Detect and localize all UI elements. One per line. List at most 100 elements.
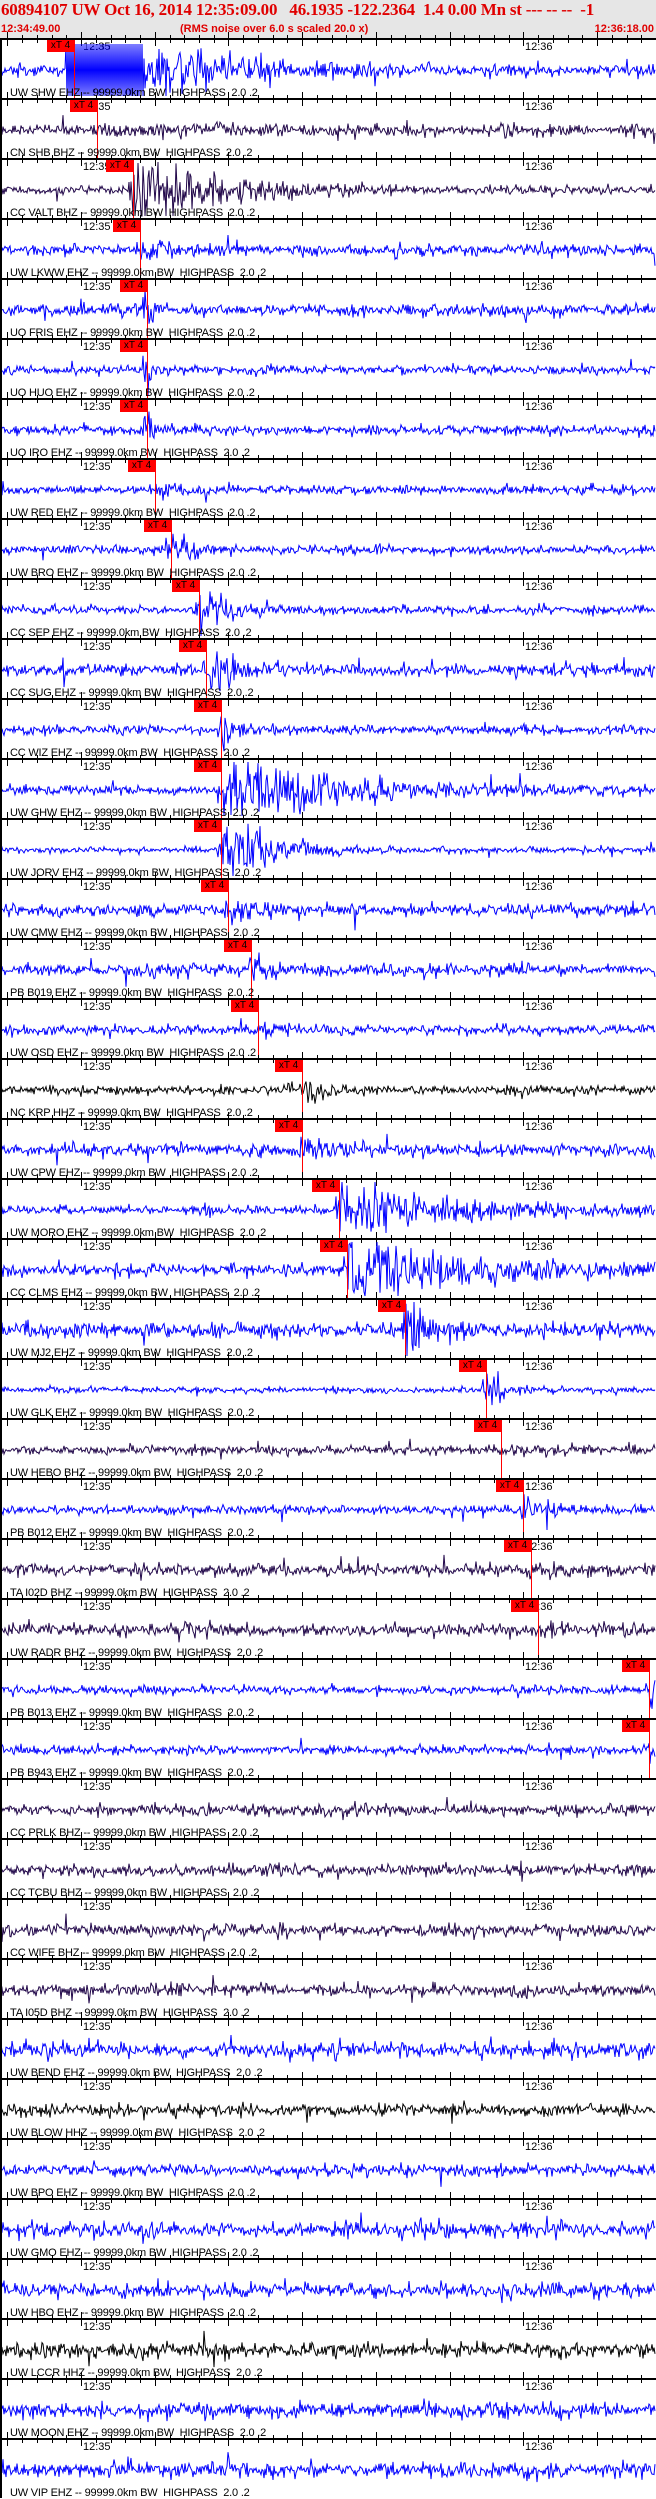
waveform-trace bbox=[0, 1860, 656, 1882]
waveform-trace bbox=[0, 1619, 656, 1643]
pick-marker[interactable]: xT 4 bbox=[622, 1660, 649, 1672]
waveform-trace bbox=[0, 1018, 656, 1040]
station-panel: 12:35 12:36 xT 4 UW CPW EHZ -- 99999.0km BW… bbox=[0, 1112, 656, 1179]
station-label: UW VIP EHZ -- 99999.0km BW HIGHPASS 2.0 … bbox=[10, 2487, 250, 2499]
pick-marker[interactable]: xT 4 bbox=[120, 280, 147, 292]
waveform-trace bbox=[0, 2278, 656, 2304]
pick-marker[interactable]: xT 4 bbox=[231, 1000, 258, 1012]
station-panel: 12:35 12:36 xT 4 UO IRO EHZ -- 99999.0km BW… bbox=[0, 392, 656, 459]
pick-marker[interactable]: xT 4 bbox=[194, 820, 221, 832]
station-panel: 12:35 12:36 xT 4 UW RED EHZ -- 99999.0km BW… bbox=[0, 452, 656, 519]
station-panel: 12:35 12:36 xT 4 UO FRIS EHZ -- 99999.0km B… bbox=[0, 272, 656, 339]
pick-marker[interactable]: xT 4 bbox=[128, 460, 155, 472]
station-panel: 12:35 12:36 TA I05D BHZ -- 99999.0km BW HI… bbox=[0, 1952, 656, 2019]
pick-marker[interactable]: xT 4 bbox=[224, 940, 251, 952]
station-panel: 12:35 12:36 xT 4 UW MORO EHZ -- 99999.0km B… bbox=[0, 1172, 656, 1239]
pick-marker[interactable]: xT 4 bbox=[496, 1480, 523, 1492]
pick-line bbox=[538, 1600, 539, 1658]
station-panel: 12:35 12:36 xT 4 CC VALT BHZ -- 99999.0km B… bbox=[0, 152, 656, 219]
station-panel: 12:35 12:36 xT 4 CC WIZ EHZ -- 99999.0km BW… bbox=[0, 692, 656, 759]
pick-marker[interactable]: xT 4 bbox=[47, 40, 74, 52]
station-panel: 12:35 12:36 xT 4 PB B013 EHZ -- 99999.0km B… bbox=[0, 1652, 656, 1719]
station-panel: 12:35 12:36 xT 4 UW OSD EHZ -- 99999.0km BW… bbox=[0, 992, 656, 1059]
pick-line bbox=[339, 1180, 340, 1238]
station-panel: 12:35 12:36 UW GMO EHZ -- 99999.0km BW HIG… bbox=[0, 2192, 656, 2259]
pick-line bbox=[302, 1060, 303, 1118]
pick-marker[interactable]: xT 4 bbox=[120, 340, 147, 352]
pick-line bbox=[405, 1300, 406, 1358]
station-panel: 12:35 12:36 UW HBO EHZ -- 99999.0km BW HIG… bbox=[0, 2252, 656, 2319]
station-panel: 12:35 12:36 UW BLOW HHZ -- 99999.0km BW HI… bbox=[0, 2072, 656, 2139]
waveform-trace bbox=[0, 1554, 656, 1581]
pick-marker[interactable]: xT 4 bbox=[504, 1540, 531, 1552]
pick-marker[interactable]: xT 4 bbox=[106, 160, 133, 172]
event-header: 60894107 UW Oct 16, 2014 12:35:09.00 46.… bbox=[0, 0, 656, 38]
pick-marker[interactable]: xT 4 bbox=[113, 220, 140, 232]
pick-marker[interactable]: xT 4 bbox=[275, 1060, 302, 1072]
station-panel: 12:35 12:36 UW VIP EHZ -- 99999.0km BW HIG… bbox=[0, 2432, 656, 2499]
station-panel: 12:35 12:36 xT 4 UW MJ2 EHZ -- 99999.0km BW… bbox=[0, 1292, 656, 1359]
waveform-trace bbox=[0, 115, 656, 144]
station-panel: 12:35 12:36 xT 4 UW BRO EHZ -- 99999.0km BW… bbox=[0, 512, 656, 579]
waveform-trace bbox=[0, 1438, 656, 1460]
pick-line bbox=[258, 1000, 259, 1058]
pick-marker[interactable]: xT 4 bbox=[179, 640, 206, 652]
waveform-trace bbox=[0, 1680, 656, 1709]
waveform-trace bbox=[0, 952, 656, 987]
station-panel: 12:35 12:36 xT 4 UW LKWW EHZ -- 99999.0km B… bbox=[0, 212, 656, 279]
station-panel: 12:35 12:36 xT 4 CC CLMS EHZ -- 99999.0km B… bbox=[0, 1232, 656, 1299]
pick-line bbox=[486, 1360, 487, 1418]
pick-marker[interactable]: xT 4 bbox=[474, 1420, 501, 1432]
waveform-trace bbox=[0, 900, 656, 931]
waveform-trace bbox=[0, 1371, 656, 1406]
pick-marker[interactable]: xT 4 bbox=[120, 400, 147, 412]
waveform-trace bbox=[0, 411, 656, 440]
station-panel: 12:35 12:36 xT 4 UO HUO EHZ -- 99999.0km BW… bbox=[0, 332, 656, 399]
station-panel: 12:35 12:36 xT 4 UW SHW EHZ -- 99999.0km BW… bbox=[0, 32, 656, 99]
pick-marker[interactable]: xT 4 bbox=[172, 580, 199, 592]
pick-marker[interactable]: xT 4 bbox=[194, 700, 221, 712]
pick-marker[interactable]: xT 4 bbox=[622, 1720, 649, 1732]
pick-marker[interactable]: xT 4 bbox=[511, 1600, 538, 1612]
waveform-trace bbox=[0, 1133, 656, 1166]
station-panel: 12:35 12:36 xT 4 PB B019 EHZ -- 99999.0km B… bbox=[0, 932, 656, 999]
waveform-trace bbox=[0, 2100, 656, 2124]
pick-marker[interactable]: xT 4 bbox=[378, 1300, 405, 1312]
waveform-trace bbox=[0, 1797, 656, 1821]
waveform-trace bbox=[0, 533, 656, 562]
station-panel: 12:35 12:36 UW LCCR HHZ -- 99999.0km BW HI… bbox=[0, 2312, 656, 2379]
pick-marker[interactable]: xT 4 bbox=[459, 1360, 486, 1372]
pick-marker[interactable]: xT 4 bbox=[194, 760, 221, 772]
station-panel: 12:35 12:36 CC WIFE BHZ -- 99999.0km BW HI… bbox=[0, 1892, 656, 1959]
station-panel: 12:3512:36xT 4UW RADR BHZ -- 99999.0km B… bbox=[0, 1592, 656, 1659]
station-panel: 12:35 12:36 xT 4 CC SUG EHZ -- 99999.0km BW… bbox=[0, 632, 656, 699]
waveform-trace bbox=[0, 2330, 656, 2368]
pick-line bbox=[523, 1480, 524, 1538]
station-panel: 12:35 12:36 CC TCBU BHZ -- 99999.0km BW HI… bbox=[0, 1832, 656, 1899]
station-panel: 12:35 12:36 xT 4 CC SEP EHZ -- 99999.0km BW… bbox=[0, 572, 656, 639]
pick-marker[interactable]: xT 4 bbox=[144, 520, 171, 532]
start-time: 12:34:49.00 bbox=[1, 23, 61, 35]
waveform-trace bbox=[0, 1494, 656, 1531]
station-panel: 12:35 12:36 xT 4 UW CMW EHZ -- 99999.0km BW… bbox=[0, 872, 656, 939]
pick-marker[interactable]: xT 4 bbox=[312, 1180, 339, 1192]
waveform-trace bbox=[0, 2034, 656, 2063]
station-panel: 12:35 12:36 UW BPO EHZ -- 99999.0km BW HIG… bbox=[0, 2132, 656, 2199]
waveform-trace bbox=[0, 1913, 656, 1942]
pick-marker[interactable]: xT 4 bbox=[70, 100, 97, 112]
event-title: 60894107 UW Oct 16, 2014 12:35:09.00 46.… bbox=[1, 0, 594, 19]
pick-line bbox=[302, 1120, 303, 1178]
station-panel: 12:35 12:36 UW BEND EHZ -- 99999.0km BW HI… bbox=[0, 2012, 656, 2079]
waveform-trace bbox=[0, 481, 656, 503]
waveform-trace bbox=[0, 1081, 656, 1104]
waveform-trace bbox=[0, 2398, 656, 2423]
waveform-trace bbox=[0, 1737, 656, 1764]
pick-marker[interactable]: xT 4 bbox=[275, 1120, 302, 1132]
pick-line bbox=[531, 1540, 532, 1598]
pick-marker[interactable]: xT 4 bbox=[320, 1240, 347, 1252]
waveform-trace bbox=[0, 1975, 656, 2004]
pick-marker[interactable]: xT 4 bbox=[201, 880, 228, 892]
station-panel: 12:35 12:36 xT 4 TA I02D BHZ -- 99999.0km B… bbox=[0, 1532, 656, 1599]
seismogram-record-section: 12:35 12:36 xT 4 UW SHW EHZ -- 99999.0km BW… bbox=[0, 32, 656, 2499]
pick-line bbox=[649, 1720, 650, 1778]
